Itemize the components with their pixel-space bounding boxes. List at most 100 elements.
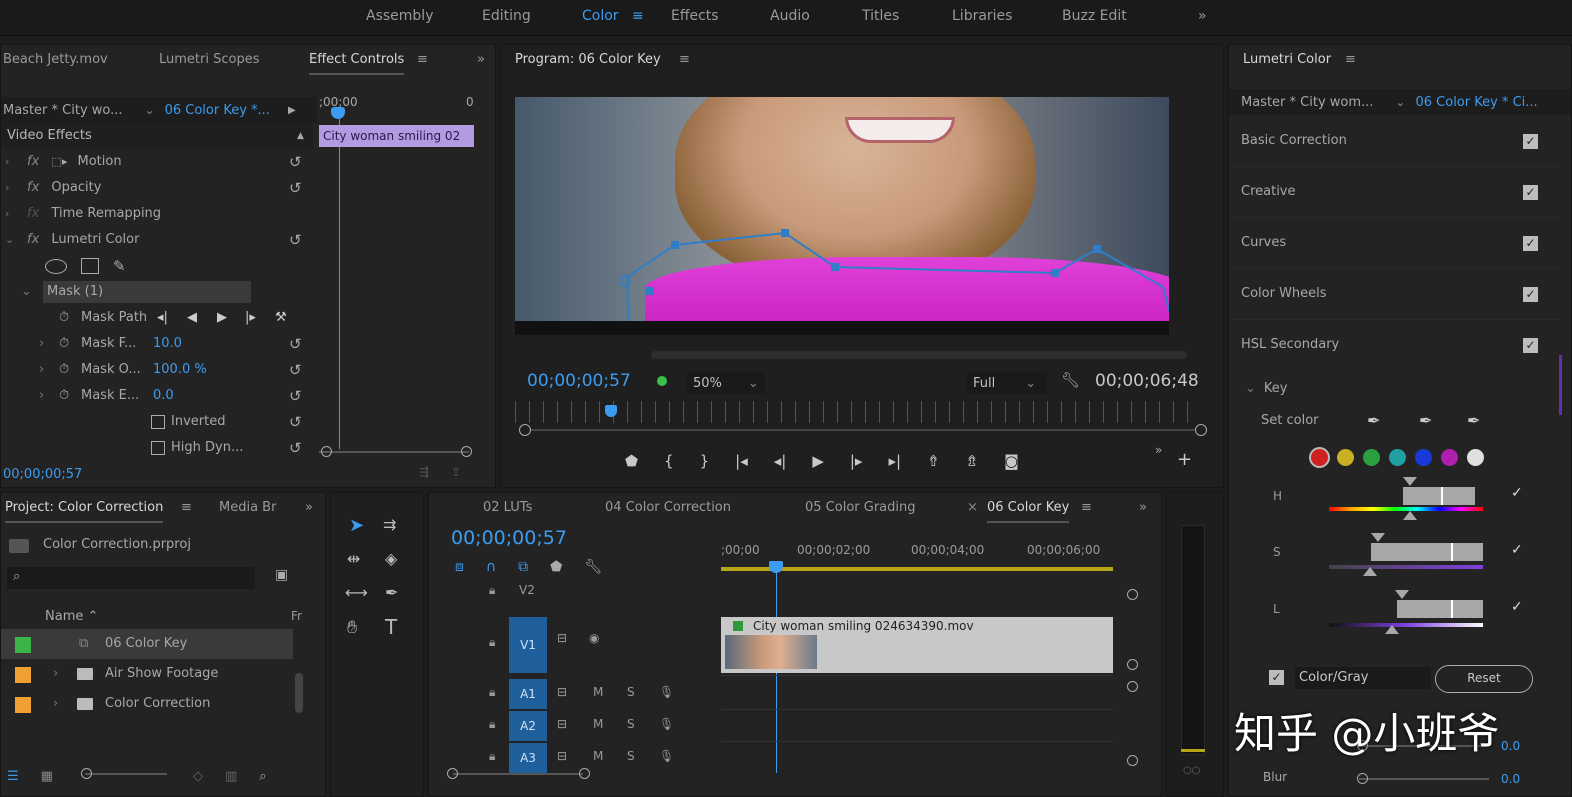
track-backward-all-icon[interactable]: ◂| [157, 305, 168, 331]
hue-range[interactable] [1403, 487, 1475, 505]
hsl-secondary-checkbox[interactable]: ✓ [1523, 338, 1538, 353]
color-wheels-checkbox[interactable]: ✓ [1523, 287, 1538, 302]
razor-tool-icon[interactable]: ◈ [385, 549, 397, 568]
color-swatch[interactable] [1363, 449, 1380, 466]
hue-handle-top[interactable] [1403, 477, 1417, 486]
slip-tool-icon[interactable]: ⟷ [345, 583, 368, 602]
reset-icon[interactable]: ↺ [289, 409, 302, 435]
track-scroll-handle[interactable] [1127, 659, 1138, 670]
denoise-value[interactable]: 0.0 [1501, 739, 1520, 753]
chevron-down-icon[interactable]: ⌄ [145, 103, 155, 117]
workspace-editing[interactable]: Editing [482, 0, 531, 36]
luma-check-icon[interactable]: ✓ [1511, 599, 1523, 615]
pen-tool-icon[interactable]: ✒ [385, 583, 398, 602]
ec-current-time[interactable]: 00;00;00;57 [3, 467, 82, 482]
reset-icon[interactable]: ↺ [289, 331, 302, 357]
color-swatch[interactable] [1337, 449, 1354, 466]
lock-icon[interactable]: 🔒︎ [489, 685, 495, 700]
motion-transform-icon[interactable]: ⬚▸ [51, 155, 67, 168]
stopwatch-icon[interactable]: ⏱ [59, 357, 69, 383]
timeline-zoom-right[interactable] [579, 768, 590, 779]
workspace-audio[interactable]: Audio [770, 0, 810, 36]
stopwatch-icon[interactable]: ⏱ [59, 383, 69, 409]
monitor-zoom-right[interactable] [1195, 424, 1207, 436]
eyedropper-add-icon[interactable]: ✒ [1419, 411, 1432, 430]
timeline-zoom-left[interactable] [447, 768, 458, 779]
track-scroll-handle[interactable] [1127, 589, 1138, 600]
add-marker-icon[interactable]: ⬟ [550, 559, 562, 575]
luma-range[interactable] [1397, 600, 1483, 618]
solo-icon[interactable]: S [627, 749, 635, 763]
ec-zoom-handle-left[interactable] [321, 446, 332, 457]
section-creative[interactable]: Creative ✓ [1229, 168, 1559, 218]
section-curves[interactable]: Curves ✓ [1229, 219, 1559, 269]
inverted-checkbox[interactable] [151, 415, 165, 429]
collapse-up-icon[interactable]: ▲ [297, 123, 304, 149]
wrench-icon[interactable]: ⚒ [275, 305, 287, 331]
monitor-zoom-left[interactable] [519, 424, 531, 436]
close-tab-icon[interactable]: × [967, 493, 978, 523]
quality-select[interactable]: Full ⌄ [967, 372, 1047, 394]
type-tool-icon[interactable]: T [385, 615, 397, 639]
timeline-timecode[interactable]: 00;00;00;57 [451, 527, 567, 549]
solo-icon[interactable]: S [627, 685, 635, 699]
solo-icon[interactable]: S [627, 717, 635, 731]
add-marker-icon[interactable]: ⬟ [625, 452, 638, 470]
color-swatch[interactable] [1389, 449, 1406, 466]
overflow-icon[interactable]: » [305, 493, 313, 523]
saturation-range[interactable] [1371, 543, 1483, 561]
automate-icon[interactable]: ▥ [225, 769, 237, 784]
monitor-time-ruler[interactable] [515, 401, 1201, 423]
target-a3[interactable]: A3 [509, 743, 547, 773]
panel-menu-icon[interactable]: ≡ [679, 45, 690, 75]
stopwatch-icon[interactable]: ⏱ [59, 331, 69, 357]
reset-icon[interactable]: ↺ [289, 383, 302, 409]
play-triangle-icon[interactable]: ▶ [288, 105, 296, 116]
project-scrollbar[interactable] [295, 673, 303, 713]
wrench-icon[interactable]: 🔧︎ [1061, 371, 1080, 389]
effect-motion[interactable]: › fx ⬚▸ Motion ↺ [1, 149, 313, 175]
reset-icon[interactable]: ↺ [289, 149, 302, 175]
add-button-icon[interactable]: + [1177, 449, 1192, 470]
mark-out-icon[interactable]: } [700, 452, 710, 470]
basic-correction-checkbox[interactable]: ✓ [1523, 134, 1538, 149]
extract-icon[interactable]: ⇯ [966, 452, 979, 470]
panel-menu-icon[interactable]: ≡ [1345, 45, 1356, 75]
share-icon[interactable]: ⇪ [451, 465, 461, 479]
project-zoom-handle[interactable] [81, 768, 92, 779]
list-view-icon[interactable]: ☰ [7, 769, 19, 784]
eyedropper-icon[interactable]: ✒ [1367, 411, 1380, 430]
step-forward-icon[interactable]: |▸ [850, 452, 863, 470]
panel-menu-icon[interactable]: ≡ [181, 493, 192, 523]
timeline-zoom-slider[interactable] [453, 773, 583, 775]
sync-lock-icon[interactable]: ⊟ [557, 685, 567, 699]
mic-icon[interactable]: 🎙︎ [659, 717, 674, 731]
linked-selection-icon[interactable]: ⧉ [518, 559, 528, 575]
hue-handle-bottom[interactable] [1403, 511, 1417, 520]
lock-icon[interactable]: 🔒︎ [489, 749, 495, 764]
lumetri-scrollbar[interactable] [1559, 355, 1562, 415]
camera-icon[interactable]: ◙ [1004, 452, 1019, 470]
overflow-icon[interactable]: » [1139, 493, 1147, 523]
sync-lock-icon[interactable]: ⊟ [557, 631, 567, 645]
track-select-tool-icon[interactable]: ⇉ [383, 515, 396, 534]
mic-icon[interactable]: 🎙︎ [659, 685, 674, 699]
saturation-check-icon[interactable]: ✓ [1511, 542, 1523, 558]
color-swatch[interactable] [1415, 449, 1432, 466]
saturation-handle-top[interactable] [1371, 533, 1385, 542]
ec-clip-bar[interactable]: City woman smiling 02 [319, 125, 474, 147]
mute-icon[interactable]: M [593, 685, 603, 699]
workspace-effects[interactable]: Effects [671, 0, 719, 36]
sync-lock-icon[interactable]: ⊟ [557, 717, 567, 731]
ripple-edit-tool-icon[interactable]: ⇹ [347, 549, 360, 568]
column-name[interactable]: Name ⌃ [45, 609, 98, 624]
workspace-overflow-icon[interactable]: » [1198, 0, 1207, 36]
reset-icon[interactable]: ↺ [289, 175, 302, 201]
tab-effect-controls[interactable]: Effect Controls [309, 45, 405, 75]
play-icon[interactable]: ▶ [812, 452, 824, 470]
new-bin-icon[interactable]: ▣ [275, 567, 288, 583]
track-scroll-handle[interactable] [1127, 755, 1138, 766]
selection-tool-icon[interactable]: ➤ [349, 515, 364, 536]
tab-06-color-key[interactable]: 06 Color Key [987, 493, 1070, 523]
workspace-titles[interactable]: Titles [862, 0, 899, 36]
